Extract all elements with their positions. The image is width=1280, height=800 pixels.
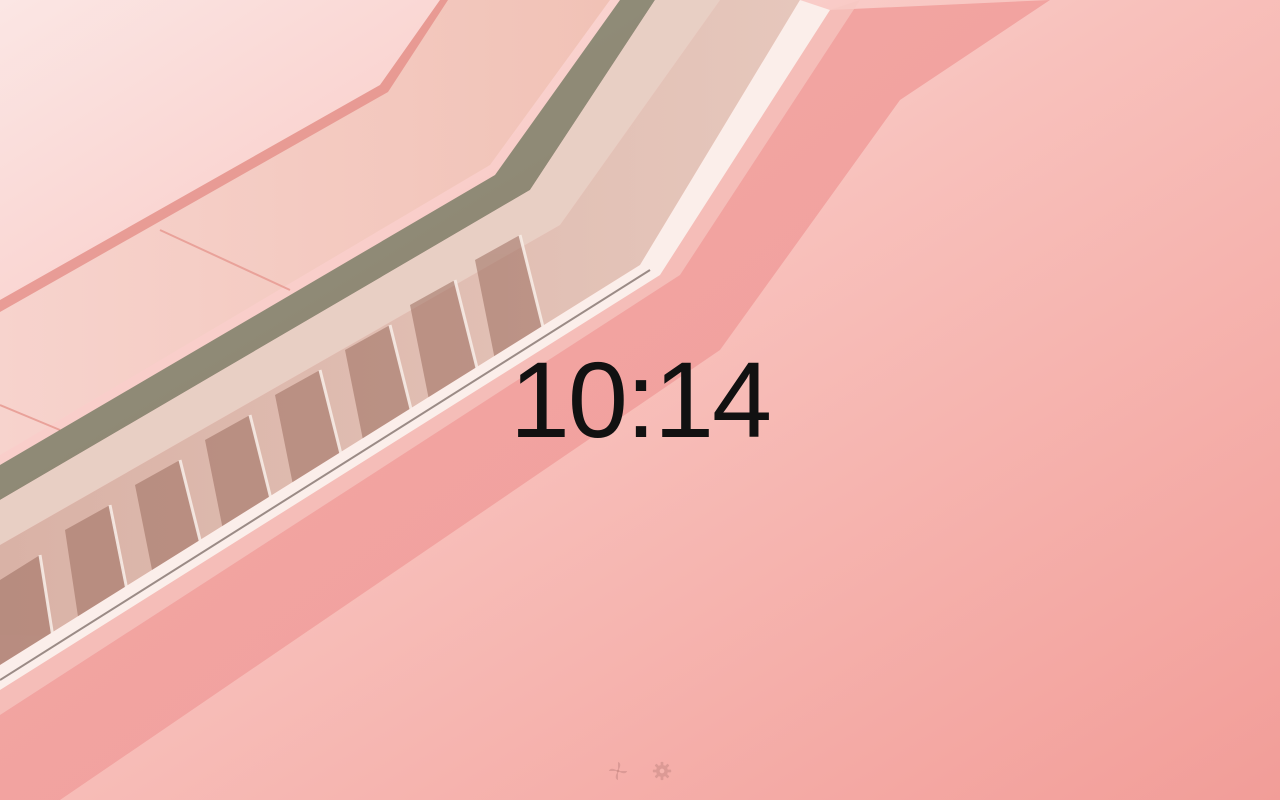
pinwheel-button[interactable] bbox=[605, 758, 631, 784]
settings-button[interactable] bbox=[649, 758, 675, 784]
gear-icon bbox=[652, 761, 672, 781]
clock-time: 10:14 bbox=[509, 339, 772, 460]
pinwheel-icon bbox=[608, 761, 628, 781]
bottom-toolbar bbox=[0, 756, 1280, 786]
